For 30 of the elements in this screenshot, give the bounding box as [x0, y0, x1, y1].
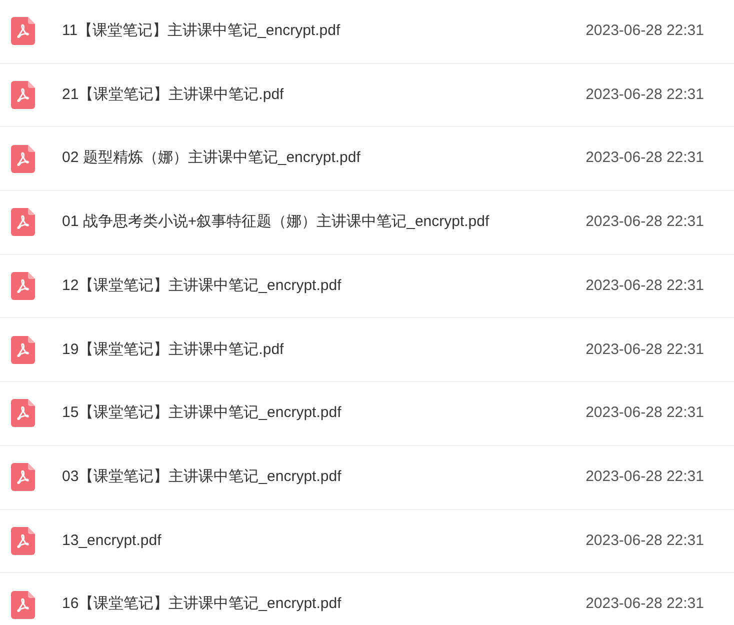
pdf-file-icon: [11, 526, 35, 555]
modified-date: 2023-06-28 22:31: [586, 530, 704, 551]
pdf-file-icon: [11, 81, 35, 110]
pdf-file-icon: [11, 336, 35, 364]
file-name[interactable]: 13_encrypt.pdf: [62, 530, 586, 552]
pdf-file-icon: [11, 17, 35, 46]
modified-date: 2023-06-28 22:31: [586, 21, 704, 42]
file-name[interactable]: 03【课堂笔记】主讲课中笔记_encrypt.pdf: [62, 466, 586, 488]
file-name[interactable]: 16【课堂笔记】主讲课中笔记_encrypt.pdf: [62, 593, 586, 616]
modified-date: 2023-06-28 22:31: [586, 466, 704, 487]
modified-date: 2023-06-28 22:31: [586, 403, 704, 424]
file-name[interactable]: 01 战争思考类小说+叙事特征题（娜）主讲课中笔记_encrypt.pdf: [62, 211, 586, 234]
file-name[interactable]: 21【课堂笔记】主讲课中笔记.pdf: [62, 84, 586, 106]
file-name[interactable]: 19【课堂笔记】主讲课中笔记.pdf: [62, 338, 586, 362]
pdf-file-icon: [11, 208, 35, 236]
file-name[interactable]: 11【课堂笔记】主讲课中笔记_encrypt.pdf: [62, 20, 586, 43]
file-name[interactable]: 02 题型精炼（娜）主讲课中笔记_encrypt.pdf: [62, 147, 586, 170]
modified-date: 2023-06-28 22:31: [586, 212, 704, 232]
modified-date: 2023-06-28 22:31: [586, 594, 704, 614]
file-name[interactable]: 12【课堂笔记】主讲课中笔记_encrypt.pdf: [62, 274, 586, 298]
pdf-file-icon: [11, 590, 35, 619]
modified-date: 2023-06-28 22:31: [586, 148, 704, 168]
modified-date: 2023-06-28 22:31: [586, 340, 704, 360]
modified-date: 2023-06-28 22:31: [586, 276, 704, 296]
modified-date: 2023-06-28 22:31: [586, 84, 704, 105]
pdf-file-icon: [11, 272, 35, 300]
pdf-file-icon: [11, 463, 35, 492]
pdf-file-icon: [11, 399, 35, 428]
file-name[interactable]: 15【课堂笔记】主讲课中笔记_encrypt.pdf: [62, 402, 586, 425]
pdf-file-icon: [11, 144, 35, 173]
